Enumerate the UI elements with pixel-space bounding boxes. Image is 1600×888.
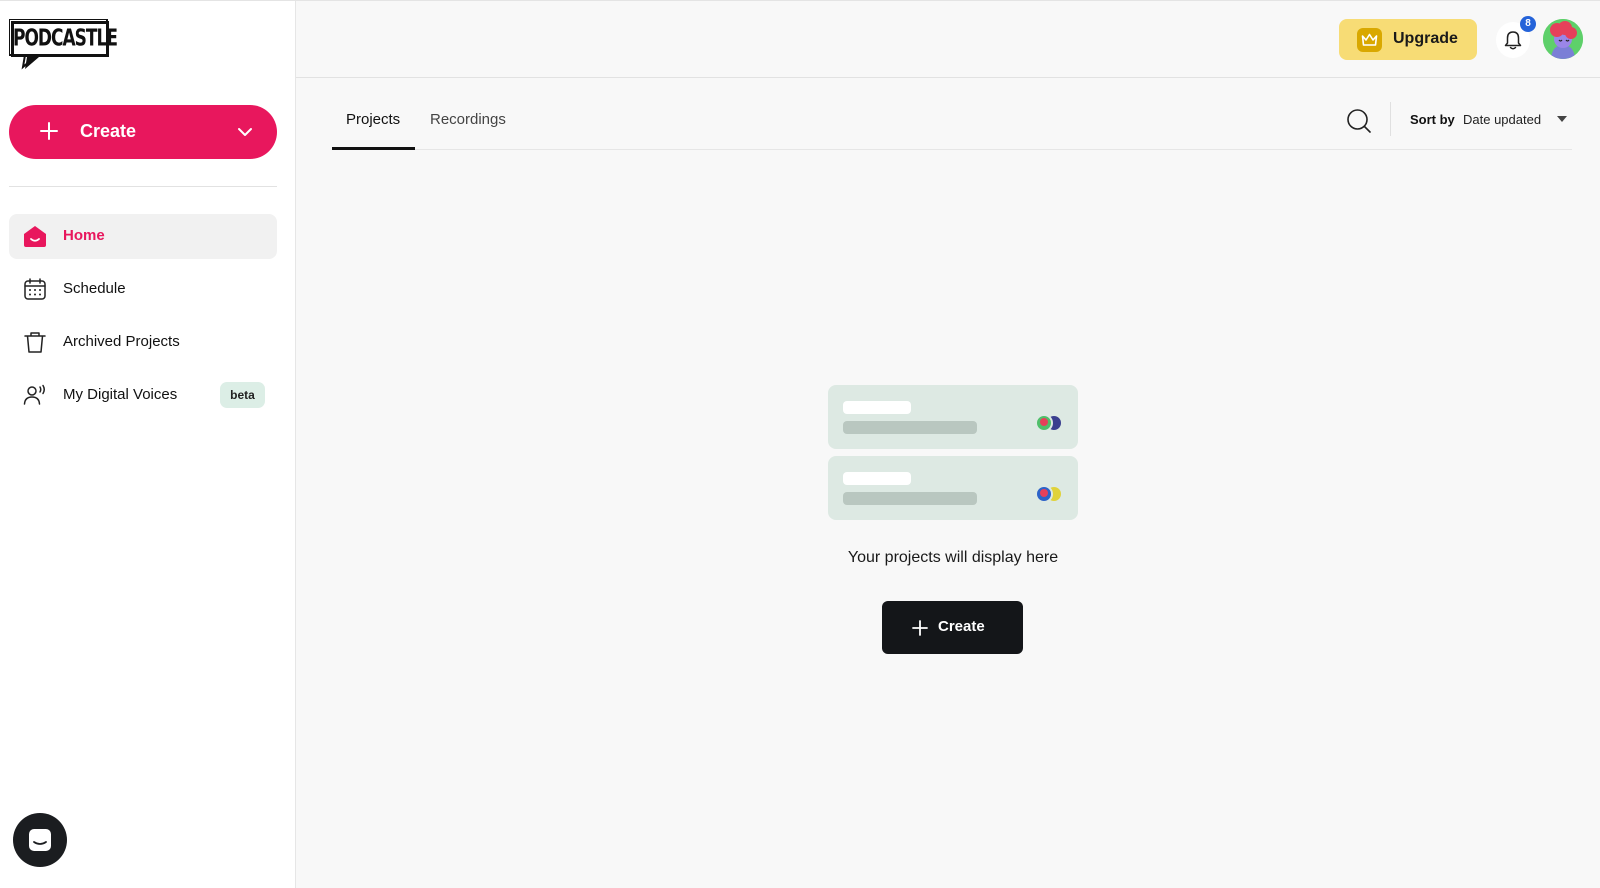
placeholder-card <box>828 456 1078 520</box>
sidebar-item-home[interactable]: Home <box>9 214 277 259</box>
notification-count-badge: 8 <box>1520 16 1536 32</box>
voice-user-icon <box>23 384 45 405</box>
sidebar-item-label: Home <box>63 227 105 244</box>
sidebar-item-archived-projects[interactable]: Archived Projects <box>9 320 277 365</box>
sidebar-item-label: My Digital Voices <box>63 386 178 403</box>
sidebar-item-label: Schedule <box>63 280 126 297</box>
tab-projects[interactable]: Projects <box>346 111 400 128</box>
empty-state-message: Your projects will display here <box>847 549 1059 566</box>
top-bar: Upgrade 8 <box>296 1 1600 78</box>
sort-dropdown-value: Date updated <box>1463 112 1542 127</box>
sort-dropdown[interactable]: Date updated <box>1463 112 1573 130</box>
bell-icon <box>1504 31 1522 50</box>
toolbar-divider <box>1390 102 1391 136</box>
sidebar-divider <box>9 186 277 187</box>
tab-recordings[interactable]: Recordings <box>430 111 506 128</box>
sidebar-item-schedule[interactable]: Schedule <box>9 267 277 312</box>
empty-state-create-label: Create <box>938 618 985 635</box>
create-button[interactable]: Create <box>9 105 277 159</box>
placeholder-card <box>828 385 1078 449</box>
sidebar-item-my-digital-voices[interactable]: My Digital Voices beta <box>9 373 277 418</box>
tabs-bar: Projects Recordings Sort by Date updated <box>332 97 1572 150</box>
collaborator-avatars-icon <box>1035 414 1063 432</box>
logo-text: PODCASTLE <box>13 25 118 52</box>
active-tab-indicator <box>332 147 415 150</box>
home-icon <box>24 226 46 247</box>
empty-state-illustration <box>828 385 1078 520</box>
upgrade-button-label: Upgrade <box>1393 30 1458 47</box>
sidebar: PODCASTLE Create Home Schedule Archived … <box>0 1 296 888</box>
caret-down-icon <box>1557 116 1567 122</box>
chat-icon <box>29 829 51 851</box>
avatar[interactable] <box>1543 19 1583 59</box>
chevron-down-icon[interactable] <box>237 125 253 139</box>
plus-icon <box>40 122 58 140</box>
podcastle-logo[interactable]: PODCASTLE <box>9 19 118 71</box>
crown-icon <box>1357 28 1382 52</box>
trash-icon <box>24 332 46 353</box>
create-button-label: Create <box>80 121 137 141</box>
sort-by-label: Sort by <box>1410 112 1455 127</box>
search-icon[interactable] <box>1346 108 1372 134</box>
calendar-icon <box>24 278 46 300</box>
upgrade-button[interactable]: Upgrade <box>1339 19 1477 60</box>
plus-icon <box>912 620 928 636</box>
empty-state-create-button[interactable]: Create <box>882 601 1023 654</box>
collaborator-avatars-icon <box>1035 485 1063 503</box>
beta-badge: beta <box>220 382 265 408</box>
sidebar-item-label: Archived Projects <box>63 333 180 350</box>
support-chat-button[interactable] <box>13 813 67 867</box>
